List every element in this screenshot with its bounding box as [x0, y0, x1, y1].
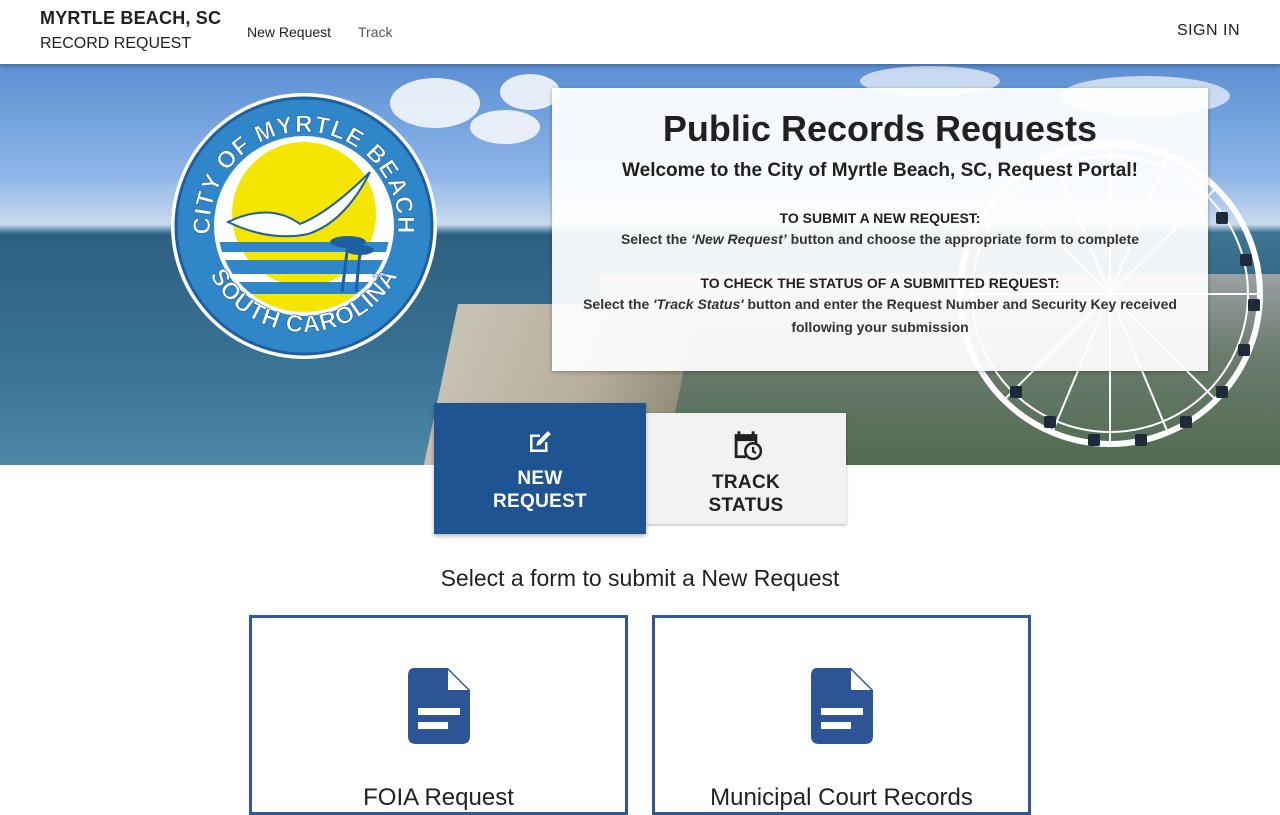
document-icon: [407, 668, 470, 744]
nav-track[interactable]: Track: [358, 24, 392, 40]
document-icon: [810, 668, 873, 744]
new-request-button[interactable]: NEW REQUEST: [434, 403, 646, 534]
top-app-bar: MYRTLE BEACH, SC RECORD REQUEST New Requ…: [0, 0, 1280, 64]
brand: MYRTLE BEACH, SC RECORD REQUEST: [40, 8, 221, 53]
form-card-foia[interactable]: FOIA Request: [249, 615, 628, 815]
form-card-label: Municipal Court Records: [710, 784, 973, 811]
status-heading: TO CHECK THE STATUS OF A SUBMITTED REQUE…: [700, 275, 1060, 291]
submit-instructions: Select the ‘New Request’ button and choo…: [620, 231, 1140, 247]
status-instructions: Select the 'Track Status' button and ent…: [583, 296, 1177, 335]
cloud: [500, 74, 560, 110]
logo-year: ©1976: [372, 273, 387, 280]
track-status-button[interactable]: TRACK STATUS: [646, 413, 846, 524]
welcome-subtitle: Welcome to the City of Myrtle Beach, SC,…: [622, 160, 1138, 181]
form-card-municipal-court[interactable]: Municipal Court Records: [652, 615, 1031, 815]
new-request-label: NEW REQUEST: [493, 468, 587, 512]
welcome-card: Public Records Requests Welcome to the C…: [552, 88, 1208, 371]
form-card-label: FOIA Request: [363, 784, 514, 811]
brand-city: MYRTLE BEACH, SC: [40, 8, 222, 28]
city-logo: CITY OF MYRTLE BEACH SOUTH CAROLINA ©197…: [171, 93, 437, 359]
track-status-label: TRACK STATUS: [708, 472, 784, 516]
submit-heading: TO SUBMIT A NEW REQUEST:: [779, 210, 981, 226]
brand-subtitle: RECORD REQUEST: [40, 35, 192, 52]
page-title: Public Records Requests: [662, 108, 1098, 149]
calendar-clock-icon: [734, 431, 763, 461]
nav-new-request[interactable]: New Request: [247, 24, 331, 40]
cloud: [470, 110, 540, 144]
forms-heading: Select a form to submit a New Request: [440, 565, 840, 591]
edit-icon: [530, 431, 551, 452]
sign-in-button[interactable]: SIGN IN: [1177, 22, 1240, 40]
